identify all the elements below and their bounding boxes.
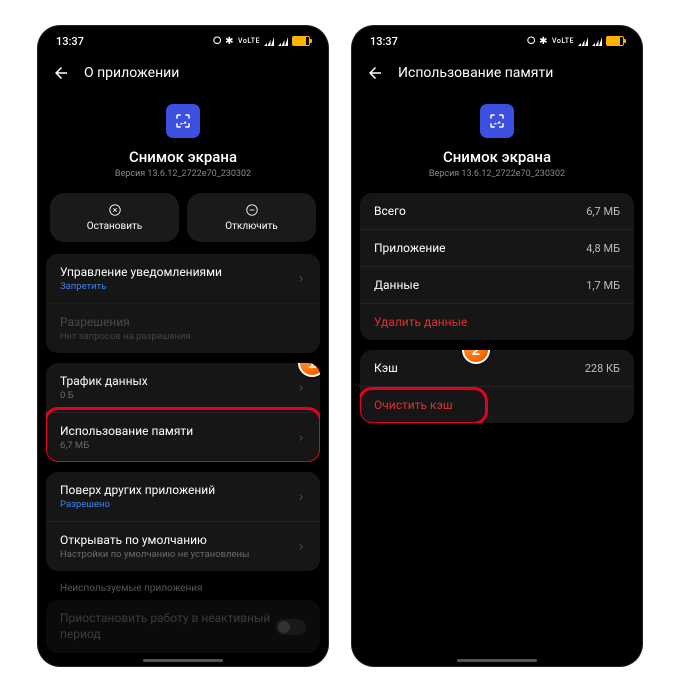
status-time: 13:37 [370,35,398,48]
app-version: Версия 13.6.12_2722e70_230302 [46,169,320,179]
row-delete-data[interactable]: Удалить данные [360,303,634,340]
card-cache: Кэш 228 КБ Очистить кэш 2 [360,350,634,423]
phone-left: 13:37 ⵔ ✱ VoLTE О приложении Снимок экра… [38,26,328,666]
page-title: Использование памяти [398,65,553,81]
row-app-size: Приложение 4,8 МБ [360,229,634,266]
section-unused-apps: Неиспользуемые приложения [46,581,320,600]
home-indicator[interactable] [457,659,537,662]
header: Использование памяти [352,56,642,96]
card-overlay-default: Поверх других приложений Разрешено Откры… [46,472,320,571]
status-indicators: ⵔ ✱ VoLTE [527,36,624,47]
status-time: 13:37 [56,35,84,48]
status-bar: 13:37 ⵔ ✱ VoLTE [352,26,642,56]
row-open-default[interactable]: Открывать по умолчанию Настройки по умол… [46,521,320,571]
chevron-right-icon [296,542,306,552]
card-suspend: Приостановить работу в неактивный период [46,600,320,653]
close-circle-icon [108,203,122,217]
row-cache: Кэш 228 КБ [360,350,634,386]
card-notifications-perms: Управление уведомлениями Запретить Разре… [46,254,320,353]
card-data-memory: Трафик данных 0 Б Использование памяти 6… [46,363,320,462]
row-notifications[interactable]: Управление уведомлениями Запретить [46,254,320,303]
suspend-toggle[interactable] [276,619,306,635]
content: Снимок экрана Версия 13.6.12_2722e70_230… [38,96,328,666]
status-bar: 13:37 ⵔ ✱ VoLTE [38,26,328,56]
row-permissions[interactable]: Разрешения Нет запросов на разрешения [46,303,320,353]
row-total: Всего 6,7 МБ [360,193,634,229]
status-indicators: ⵔ ✱ VoLTE [213,36,310,47]
home-indicator[interactable] [143,659,223,662]
back-icon[interactable] [52,64,70,82]
row-traffic[interactable]: Трафик данных 0 Б [46,363,320,412]
phone-right: 13:37 ⵔ ✱ VoLTE Использование памяти Сни… [352,26,642,666]
page-title: О приложении [84,65,179,81]
app-version: Версия 13.6.12_2722e70_230302 [360,169,634,179]
back-icon[interactable] [366,64,384,82]
row-suspend[interactable]: Приостановить работу в неактивный период [46,600,320,653]
card-storage: Всего 6,7 МБ Приложение 4,8 МБ Данные 1,… [360,193,634,340]
content: Снимок экрана Версия 13.6.12_2722e70_230… [352,96,642,666]
app-hero: Снимок экрана Версия 13.6.12_2722e70_230… [360,96,634,193]
app-icon [480,104,514,138]
stop-button[interactable]: Остановить [50,193,179,242]
row-data-size: Данные 1,7 МБ [360,266,634,303]
disable-button[interactable]: Отключить [187,193,316,242]
row-overlay[interactable]: Поверх других приложений Разрешено [46,472,320,521]
row-memory-usage[interactable]: Использование памяти 6,7 МБ [46,412,320,462]
chevron-right-icon [296,433,306,443]
app-name: Снимок экрана [360,148,634,166]
minus-circle-icon [245,203,259,217]
chevron-right-icon [296,383,306,393]
app-hero: Снимок экрана Версия 13.6.12_2722e70_230… [46,96,320,193]
app-icon [166,104,200,138]
row-clear-cache[interactable]: Очистить кэш [360,386,634,423]
chevron-right-icon [296,274,306,284]
app-name: Снимок экрана [46,148,320,166]
header: О приложении [38,56,328,96]
chevron-right-icon [296,492,306,502]
